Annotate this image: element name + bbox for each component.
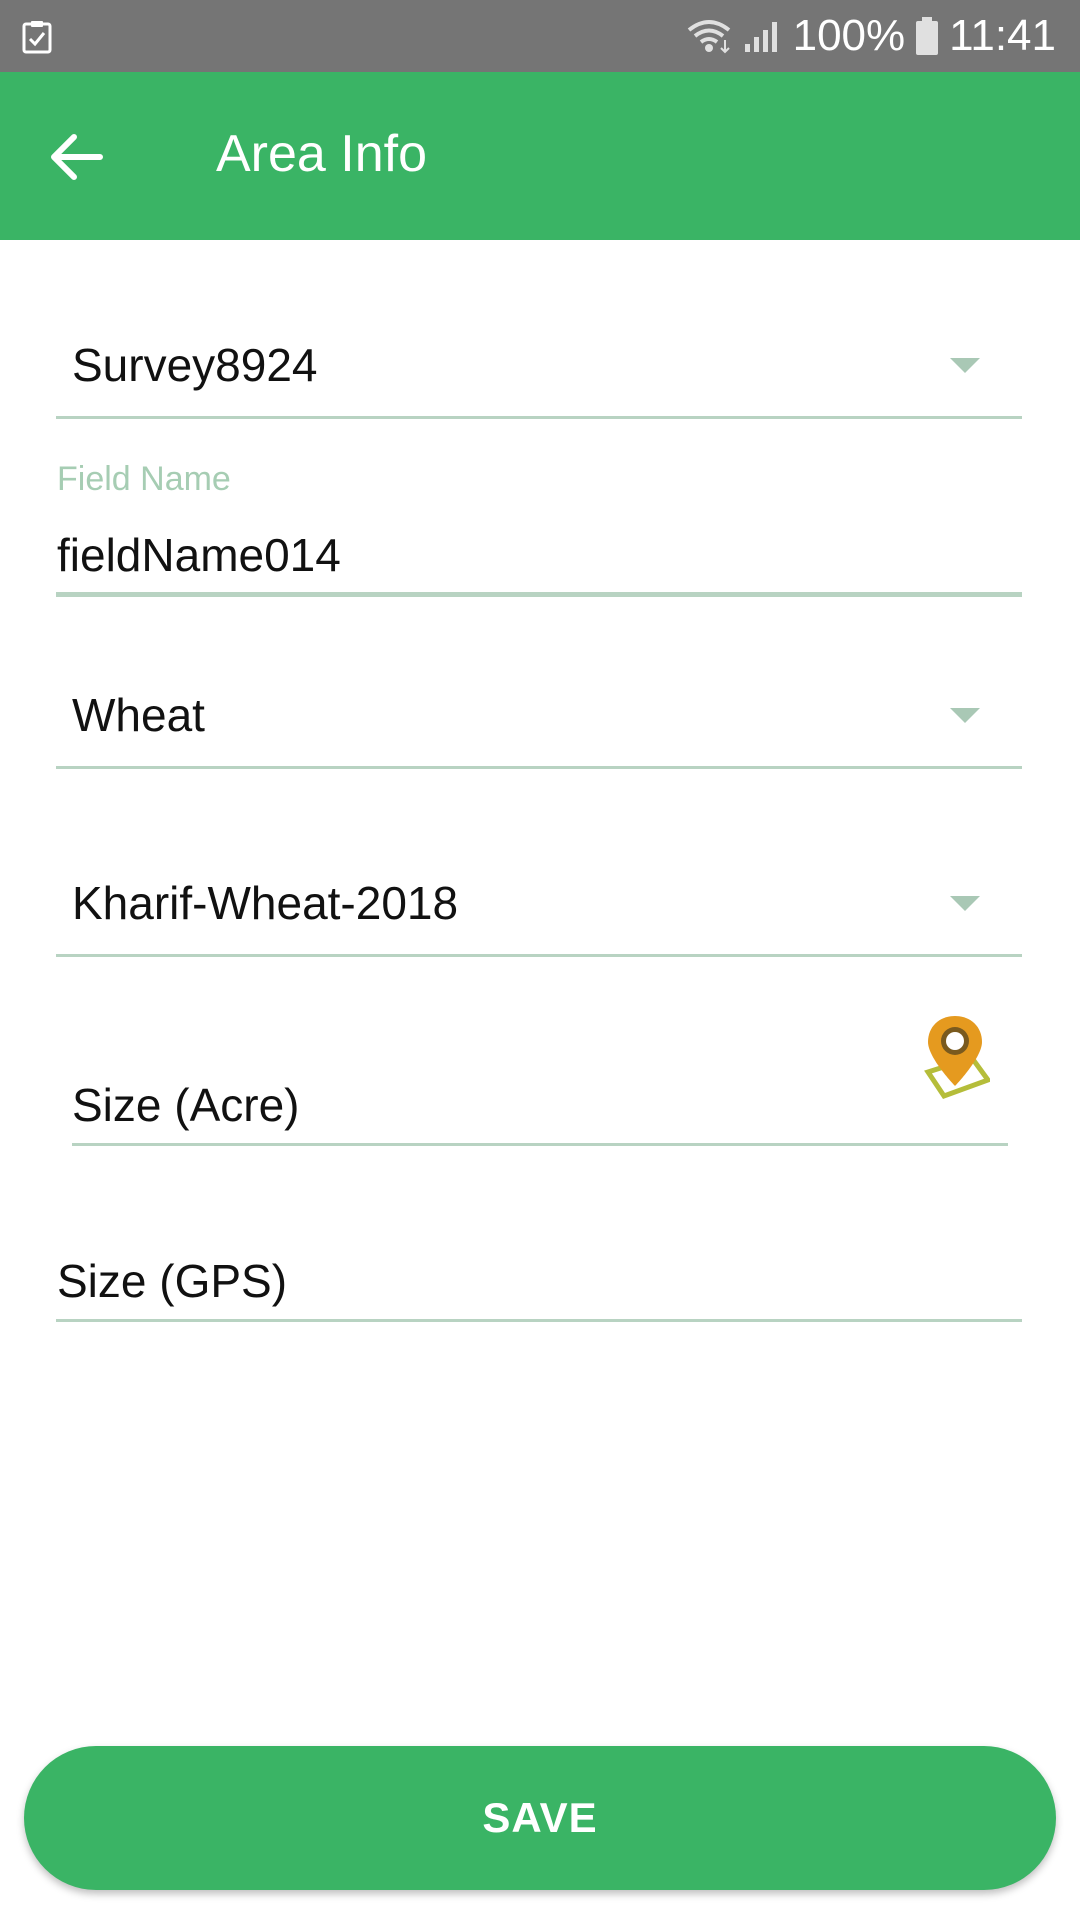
arrow-left-icon — [51, 134, 103, 180]
size-acre-input[interactable]: Size (Acre) — [72, 1082, 912, 1128]
save-button[interactable]: SAVE — [24, 1746, 1056, 1890]
battery-icon — [916, 17, 939, 55]
field-name-underline — [56, 592, 1022, 597]
status-time: 11:41 — [949, 11, 1056, 60]
size-acre-underline — [72, 1143, 1008, 1146]
clipboard-check-icon — [22, 21, 52, 54]
chevron-down-icon — [950, 358, 980, 373]
app-bar: Area Info — [0, 72, 1080, 240]
field-name-label: Field Name — [57, 460, 231, 498]
crop-select[interactable]: Wheat — [56, 670, 1022, 769]
size-gps-underline — [56, 1319, 1022, 1322]
season-select-value: Kharif-Wheat-2018 — [72, 877, 459, 929]
status-bar: 100% 11:41 — [0, 0, 1080, 72]
back-button[interactable] — [44, 122, 124, 192]
size-gps-input[interactable]: Size (GPS) — [57, 1258, 1023, 1304]
map-pin-area-icon[interactable] — [920, 1012, 990, 1112]
wifi-icon — [687, 20, 730, 54]
signal-icon — [744, 22, 777, 52]
battery-percent: 100% — [792, 11, 906, 60]
field-name-input[interactable]: fieldName014 — [57, 532, 1023, 578]
chevron-down-icon — [950, 896, 980, 911]
page-title: Area Info — [216, 125, 428, 183]
survey-select-value: Survey8924 — [72, 339, 318, 391]
survey-select[interactable]: Survey8924 — [56, 320, 1022, 419]
chevron-down-icon — [950, 708, 980, 723]
season-select[interactable]: Kharif-Wheat-2018 — [56, 858, 1022, 957]
crop-select-value: Wheat — [72, 689, 205, 741]
